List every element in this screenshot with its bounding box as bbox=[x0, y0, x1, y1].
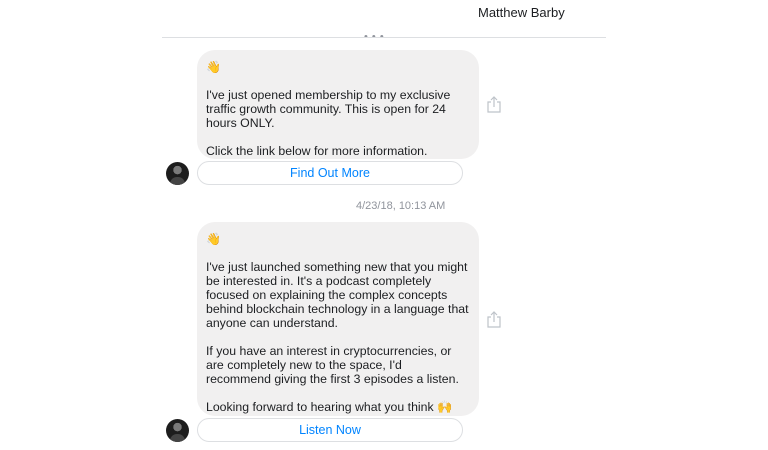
messenger-conversation: Matthew Barby • • • 👋 I've just opened m… bbox=[0, 0, 768, 450]
message-text: I've just opened membership to my exclus… bbox=[206, 88, 451, 130]
message-bubble: 👋 I've just opened membership to my excl… bbox=[197, 50, 479, 159]
message-timestamp: 4/23/18, 10:13 AM bbox=[356, 200, 446, 212]
share-icon[interactable] bbox=[487, 311, 501, 328]
waving-hand-emoji: 👋 bbox=[206, 232, 221, 246]
avatar[interactable] bbox=[166, 419, 189, 442]
message-text: If you have an interest in cryptocurrenc… bbox=[206, 344, 459, 386]
header-divider bbox=[162, 37, 606, 38]
waving-hand-emoji: 👋 bbox=[206, 60, 221, 74]
listen-now-button[interactable]: Listen Now bbox=[197, 418, 463, 442]
contact-name: Matthew Barby bbox=[478, 5, 565, 20]
find-out-more-button[interactable]: Find Out More bbox=[197, 161, 463, 185]
message-bubble: 👋 I've just launched something new that … bbox=[197, 222, 479, 416]
message-text: Looking forward to hearing what you thin… bbox=[206, 400, 453, 414]
message-text: Click the link below for more informatio… bbox=[206, 144, 428, 158]
message-text: I've just launched something new that yo… bbox=[206, 260, 469, 330]
share-icon[interactable] bbox=[487, 96, 501, 113]
avatar[interactable] bbox=[166, 162, 189, 185]
